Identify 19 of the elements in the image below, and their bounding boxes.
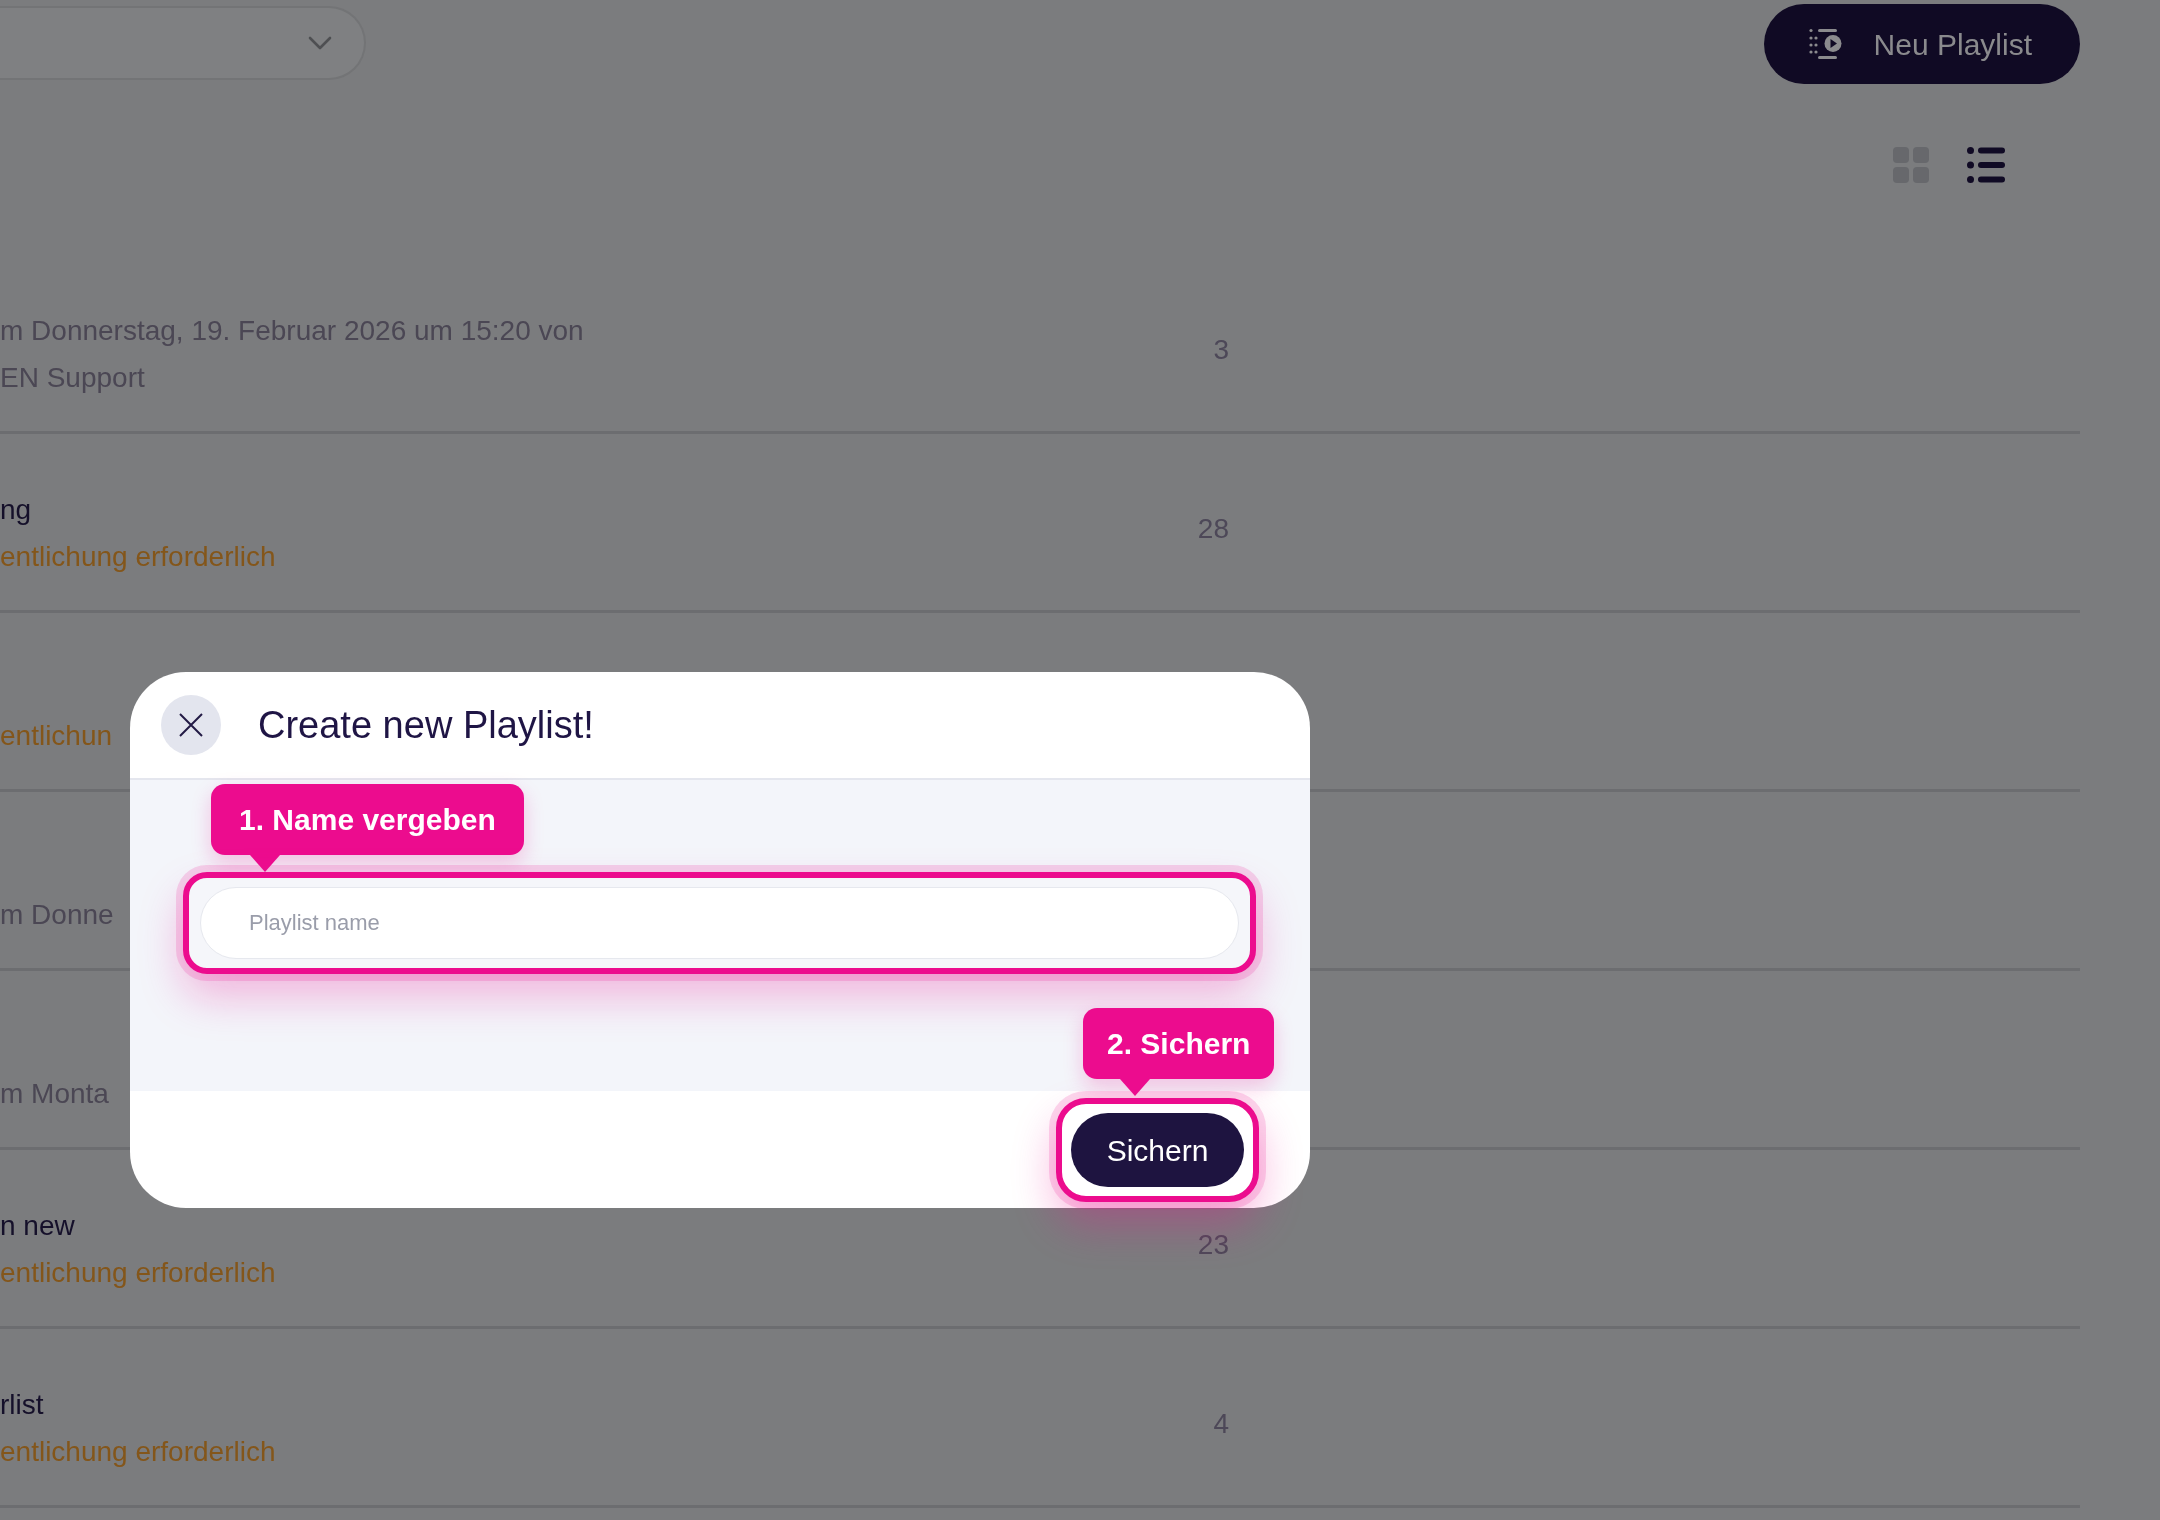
publish-warning: entlichung erforderlich: [0, 1256, 276, 1290]
publish-warning: entlichung erforderlich: [0, 540, 276, 574]
publish-warning: entlichung erforderlich: [0, 1435, 276, 1469]
playlist-name-input[interactable]: Playlist name: [200, 887, 1239, 959]
chevron-down-icon: [308, 36, 332, 50]
step-tooltip: 2. Sichern: [1083, 1008, 1275, 1079]
save-button[interactable]: Sichern: [1071, 1113, 1244, 1187]
playlist-title: n new: [0, 1209, 75, 1243]
playlist-title: ng: [0, 493, 32, 527]
close-button[interactable]: [161, 695, 221, 755]
publish-warning: entlichun: [0, 719, 113, 753]
list-view-icon[interactable]: [1967, 147, 2005, 183]
new-playlist-button[interactable]: Neu Playlist: [1763, 4, 2080, 84]
step-tooltip: 1. Name vergeben: [211, 784, 524, 855]
playlist-play-icon: [1808, 28, 1842, 60]
playlist-title: rlist: [0, 1388, 44, 1422]
dialog-title: Create new Playlist!: [258, 703, 594, 748]
pointer-icon: [1120, 1079, 1150, 1096]
close-icon: [179, 713, 203, 737]
